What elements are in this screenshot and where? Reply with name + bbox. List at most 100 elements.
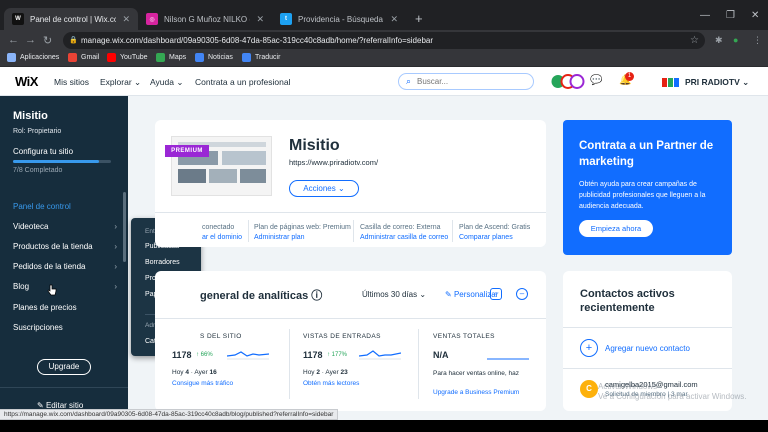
bookmarks-bar: Aplicaciones Gmail YouTube Maps Noticias… bbox=[0, 51, 768, 67]
sidebar-scrollbar[interactable] bbox=[123, 192, 126, 262]
avatar[interactable]: C bbox=[580, 380, 598, 398]
partner-description: Obtén ayuda para crear campañas de publi… bbox=[579, 181, 706, 210]
menu-icon[interactable]: ⋮ bbox=[753, 35, 762, 46]
manage-mailbox-link[interactable]: Administrar casilla de correo bbox=[360, 234, 448, 241]
window-close-icon[interactable]: ✕ bbox=[751, 10, 759, 21]
period-dropdown[interactable]: Últimos 30 días ⌄ bbox=[362, 290, 426, 299]
tab-title: Panel de control | Wix.com bbox=[30, 14, 117, 24]
compare-plans-link[interactable]: Comparar planes bbox=[459, 234, 530, 241]
maps-icon bbox=[156, 53, 165, 62]
chevron-down-icon: ⌄ bbox=[419, 290, 427, 299]
nav-my-sites[interactable]: Mis sitios bbox=[54, 77, 89, 87]
metric-change: ↑ 177% bbox=[327, 352, 348, 358]
screen-bottom-edge bbox=[0, 420, 768, 432]
wix-header: WiX Mis sitios Explorar ⌄ Ayuda ⌄ Contra… bbox=[0, 67, 768, 96]
close-icon[interactable]: ✕ bbox=[122, 14, 130, 25]
flyout-item-drafts[interactable]: Borradores bbox=[145, 259, 180, 266]
actions-button[interactable]: Acciones ⌄ bbox=[289, 180, 359, 197]
new-tab-icon[interactable]: + bbox=[415, 11, 423, 26]
bookmark-translate[interactable]: Traducir bbox=[242, 53, 280, 62]
divider bbox=[418, 329, 419, 399]
sidebar-item-pricing-plans[interactable]: Planes de precios bbox=[13, 303, 117, 312]
get-more-readers-link[interactable]: Obtén más lectores bbox=[303, 380, 359, 387]
sidebar-item-subscriptions[interactable]: Suscripciones bbox=[13, 323, 117, 332]
divider bbox=[563, 368, 732, 369]
start-now-button[interactable]: Empieza ahora bbox=[579, 220, 653, 237]
minimize-icon[interactable]: — bbox=[700, 10, 710, 21]
sidebar-site-name: Misitio bbox=[13, 110, 48, 122]
divider bbox=[353, 220, 354, 242]
setup-progress-fill bbox=[13, 160, 100, 163]
nav-explore[interactable]: Explorar ⌄ bbox=[100, 77, 141, 88]
chevron-down-icon: ⌄ bbox=[134, 77, 142, 87]
profile-icon[interactable]: ● bbox=[733, 35, 738, 45]
browser-toolbar: ← → ↻ 🔒 manage.wix.com/dashboard/09a9030… bbox=[0, 30, 768, 51]
chat-icon[interactable]: 💬 bbox=[590, 75, 602, 86]
add-contact-link[interactable]: Agregar nuevo contacto bbox=[605, 344, 690, 353]
address-bar[interactable]: 🔒 manage.wix.com/dashboard/09a90305-6d08… bbox=[63, 32, 705, 49]
thumbnail-image bbox=[209, 169, 237, 183]
info-plan: Plan de páginas web: Premium Administrar … bbox=[254, 224, 351, 241]
site-url[interactable]: https://www.priradiotv.com/ bbox=[289, 158, 378, 167]
browser-tab-instagram[interactable]: ◎ Nilson G Muñoz NILKO (@nilson ✕ bbox=[138, 8, 272, 30]
sidebar-item-store-orders[interactable]: Pedidos de la tienda › bbox=[13, 262, 117, 271]
divider bbox=[155, 212, 546, 213]
manage-domain-link[interactable]: ar el dominio bbox=[202, 234, 242, 241]
bookmark-news[interactable]: Noticias bbox=[195, 53, 233, 62]
search-box[interactable]: ⌕ bbox=[398, 73, 534, 90]
hire-partner-card: Contrata a un Partner de marketing Obtén… bbox=[563, 120, 732, 255]
site-switcher[interactable]: PRI RADIOTV ⌄ bbox=[685, 77, 749, 88]
metric-post-views-value: 1178 bbox=[303, 350, 323, 360]
extensions-icon[interactable]: ✱ bbox=[715, 35, 723, 46]
reload-icon[interactable]: ↻ bbox=[43, 34, 52, 47]
close-icon[interactable]: ✕ bbox=[256, 14, 264, 25]
bookmark-maps[interactable]: Maps bbox=[156, 53, 186, 62]
chevron-right-icon: › bbox=[114, 262, 117, 271]
bookmark-star-icon[interactable]: ☆ bbox=[690, 32, 699, 49]
close-icon[interactable]: ✕ bbox=[390, 14, 398, 25]
info-ascend: Plan de Ascend: Gratis Comparar planes bbox=[459, 224, 531, 241]
setup-site-link[interactable]: Configura tu sitio bbox=[13, 147, 73, 156]
setup-progress-bar bbox=[13, 160, 111, 163]
sidebar-item-blog[interactable]: Blog › bbox=[13, 282, 117, 291]
metric-site-sessions-value: 1178 bbox=[172, 350, 192, 360]
metric-post-views-label: VISTAS DE ENTRADAS bbox=[303, 333, 381, 340]
manage-plan-link[interactable]: Administrar plan bbox=[254, 234, 351, 241]
url-text: manage.wix.com/dashboard/09a90305-6d08-4… bbox=[81, 36, 434, 45]
bookmark-gmail[interactable]: Gmail bbox=[68, 53, 99, 62]
divider bbox=[563, 327, 732, 328]
expand-icon[interactable]: ▫ bbox=[490, 288, 502, 300]
browser-tab-twitter[interactable]: t Providencia - Búsqueda de Twitt ✕ bbox=[272, 8, 406, 30]
sidebar: Misitio Rol: Propietario Configura tu si… bbox=[0, 96, 128, 411]
browser-tab-strip: W Panel de control | Wix.com ✕ ◎ Nilson … bbox=[0, 0, 768, 30]
nav-help[interactable]: Ayuda ⌄ bbox=[150, 77, 183, 88]
search-input[interactable] bbox=[417, 75, 527, 88]
analytics-overview-card: general de analíticas ⓘ Últimos 30 días … bbox=[155, 271, 546, 411]
nav-hire-professional[interactable]: Contrata a un profesional bbox=[195, 77, 290, 87]
bookmark-youtube[interactable]: YouTube bbox=[107, 53, 148, 62]
wix-logo[interactable]: WiX bbox=[15, 74, 38, 89]
contacts-title: Contactos activos recientemente bbox=[580, 288, 675, 314]
pri-logo-icon bbox=[662, 78, 679, 87]
bookmark-apps[interactable]: Aplicaciones bbox=[7, 53, 59, 62]
team-avatars-icon[interactable] bbox=[550, 74, 586, 89]
more-options-icon[interactable]: – bbox=[516, 288, 528, 300]
forward-icon[interactable]: → bbox=[25, 34, 36, 46]
sidebar-item-dashboard[interactable]: Panel de control bbox=[13, 202, 117, 211]
sidebar-role: Rol: Propietario bbox=[13, 128, 62, 135]
maximize-icon[interactable]: ❐ bbox=[726, 10, 735, 21]
upgrade-button[interactable]: Upgrade bbox=[37, 359, 91, 375]
get-more-traffic-link[interactable]: Consigue más tráfico bbox=[172, 380, 233, 387]
sidebar-item-video[interactable]: Videoteca › bbox=[13, 222, 117, 231]
info-icon[interactable]: ⓘ bbox=[311, 290, 322, 302]
sidebar-item-store-products[interactable]: Productos de la tienda › bbox=[13, 242, 117, 251]
plus-icon[interactable]: + bbox=[580, 339, 598, 357]
notification-badge: 1 bbox=[625, 72, 634, 81]
analytics-title: general de analíticas ⓘ bbox=[200, 290, 323, 302]
pencil-icon: ✎ bbox=[445, 290, 452, 299]
upgrade-business-link[interactable]: Upgrade a Business Premium bbox=[433, 389, 519, 396]
metric-site-sessions-label: S DEL SITIO bbox=[200, 333, 242, 340]
thumbnail-image bbox=[178, 169, 206, 183]
back-icon[interactable]: ← bbox=[8, 34, 19, 46]
browser-tab-wix[interactable]: W Panel de control | Wix.com ✕ bbox=[4, 8, 138, 30]
